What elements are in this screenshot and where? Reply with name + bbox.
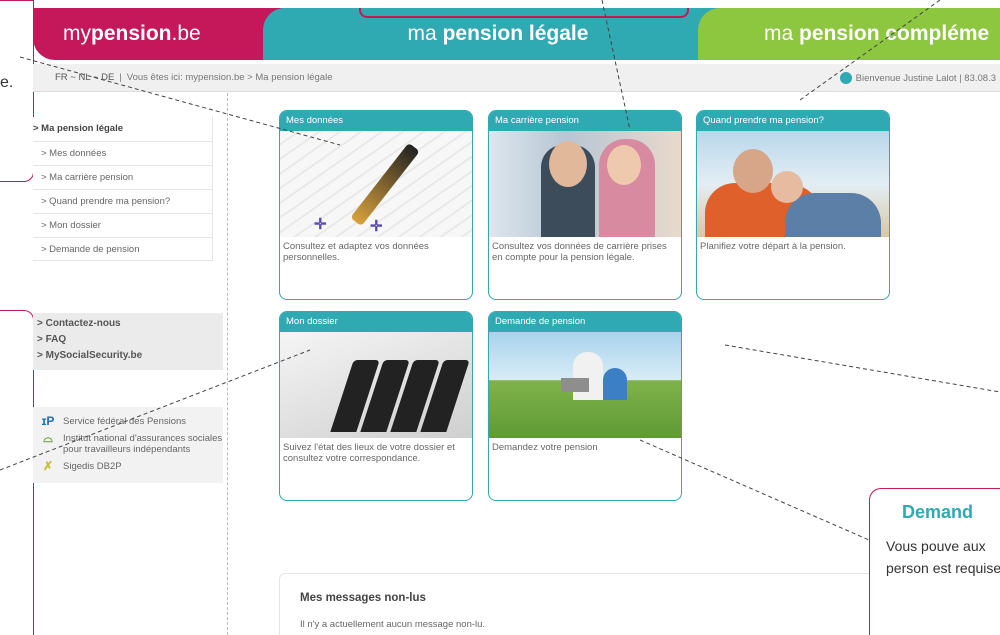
- tile-demande-pension[interactable]: Demande de pension Demandez votre pensio…: [488, 311, 682, 501]
- logo-tail: .be: [171, 22, 201, 45]
- logo[interactable]: my pension .be: [33, 8, 283, 60]
- face-shape: [607, 145, 641, 185]
- lock-icon: [839, 72, 852, 84]
- callout-title: Demand: [902, 502, 974, 522]
- face-shape: [771, 171, 803, 203]
- check-mark: ✛: [314, 216, 327, 233]
- tile-carriere-pension[interactable]: Ma carrière pension Consultez vos donnée…: [488, 110, 682, 300]
- partner-inasti[interactable]: ⌓ Institut national d'assurances sociale…: [33, 430, 223, 458]
- sidebar-item-quand[interactable]: > Quand prendre ma pension?: [33, 189, 213, 213]
- laptop-shape: [561, 378, 589, 392]
- tile-title: Demande de pension: [489, 312, 681, 332]
- person-shape: [785, 193, 881, 237]
- messages-title: Mes messages non-lus: [300, 592, 426, 604]
- annotation-callout-right: Demand Vous pouve aux person est requise: [869, 488, 1000, 635]
- sidebar: > Ma pension légale > Mes données > Ma c…: [33, 93, 228, 635]
- tile-description: Demandez votre pension: [492, 442, 598, 453]
- partner-list: ɪP Service fédéral des Pensions ⌓ Instit…: [33, 407, 223, 483]
- unread-messages-panel: Mes messages non-lus Il n'y a actuelleme…: [279, 573, 879, 635]
- folders-image: [280, 332, 472, 438]
- sidebar-item-demande[interactable]: > Demande de pension: [33, 237, 213, 261]
- form-pen-image: ✛ ✛: [280, 131, 472, 237]
- tab-comp-bold: pension compléme: [799, 22, 990, 45]
- tile-title: Quand prendre ma pension?: [697, 111, 889, 131]
- breadcrumb-separator: |: [119, 72, 122, 83]
- link-mysocialsecurity[interactable]: > MySocialSecurity.be: [33, 348, 223, 364]
- sidebar-item-mes-donnees[interactable]: > Mes données: [33, 141, 213, 165]
- welcome-text: Bienvenue Justine Lalot | 83.08.3: [855, 72, 996, 84]
- language-switcher[interactable]: FR ~ NL ~ DE: [55, 72, 114, 83]
- messages-empty-text: Il n'y a actuellement aucun message non-…: [300, 619, 486, 630]
- tile-quand-prendre[interactable]: Quand prendre ma pension? Planifiez votr…: [696, 110, 890, 300]
- tile-mes-donnees[interactable]: Mes données ✛ ✛ Consultez et adaptez vos…: [279, 110, 473, 300]
- person-shape: [573, 352, 603, 400]
- link-faq[interactable]: > FAQ: [33, 332, 223, 348]
- tab-legal-bold: pension légale: [442, 22, 589, 45]
- partner-label: Sigedis DB2P: [63, 461, 122, 472]
- tile-title: Ma carrière pension: [489, 111, 681, 131]
- user-welcome: Bienvenue Justine Lalot | 83.08.3: [839, 64, 996, 92]
- partner-sfp[interactable]: ɪP Service fédéral des Pensions: [33, 413, 223, 430]
- tile-title: Mes données: [280, 111, 472, 131]
- leader-line: [724, 344, 1000, 393]
- sidebar-nav: > Ma pension légale > Mes données > Ma c…: [33, 117, 213, 261]
- tab-legal-light: ma: [407, 22, 437, 45]
- logo-bold: pension: [91, 22, 172, 45]
- partner-sigedis[interactable]: ✗ Sigedis DB2P: [33, 458, 223, 475]
- tile-mon-dossier[interactable]: Mon dossier Suivez l'état des lieux de v…: [279, 311, 473, 501]
- link-contact[interactable]: > Contactez-nous: [33, 316, 223, 332]
- callout-text: Vous pouve aux person est requise: [886, 538, 1000, 576]
- sidebar-item-carriere[interactable]: > Ma carrière pension: [33, 165, 213, 189]
- face-shape: [549, 141, 587, 187]
- sidebar-heading[interactable]: > Ma pension légale: [33, 117, 213, 141]
- annotation-callout-left-bottom: [0, 310, 34, 635]
- tile-description: Suivez l'état des lieux de votre dossier…: [283, 442, 455, 464]
- tile-title: Mon dossier: [280, 312, 472, 332]
- logo-light: my: [63, 22, 91, 45]
- sidebar-links: > Contactez-nous > FAQ > MySocialSecurit…: [33, 313, 223, 370]
- site-header: my pension .be ma pension légale ma pensio…: [33, 8, 1000, 60]
- pen-shape: [350, 142, 420, 227]
- breadcrumb: FR ~ NL ~ DE | Vous êtes ici: mypension.…: [33, 64, 1000, 92]
- annotation-fragment-text: e.: [0, 74, 14, 91]
- partner-label: Institut national d'assurances sociales …: [63, 433, 223, 455]
- tile-description: Planifiez votre départ à la pension.: [700, 241, 846, 252]
- couple-image: [489, 131, 681, 237]
- inasti-logo-icon: ⌓: [43, 431, 53, 445]
- sfp-logo-icon: ɪP: [41, 414, 55, 428]
- check-mark: ✛: [370, 218, 383, 235]
- tile-description: Consultez vos données de carrière prises…: [492, 241, 667, 263]
- sigedis-logo-icon: ✗: [42, 459, 54, 473]
- partner-label: Service fédéral des Pensions: [63, 416, 187, 427]
- sidebar-item-dossier[interactable]: > Mon dossier: [33, 213, 213, 237]
- tab-comp-light: ma: [764, 22, 794, 45]
- breadcrumb-path[interactable]: Vous êtes ici: mypension.be > Ma pension…: [127, 72, 333, 83]
- annotation-callout-top: [359, 8, 689, 18]
- face-shape: [733, 149, 773, 193]
- tile-description: Consultez et adaptez vos données personn…: [283, 241, 429, 263]
- retired-couple-image: [697, 131, 889, 237]
- person-shape: [603, 368, 627, 400]
- grandparent-child-image: [489, 332, 681, 438]
- tab-pension-complementaire[interactable]: ma pension compléme: [698, 8, 1000, 60]
